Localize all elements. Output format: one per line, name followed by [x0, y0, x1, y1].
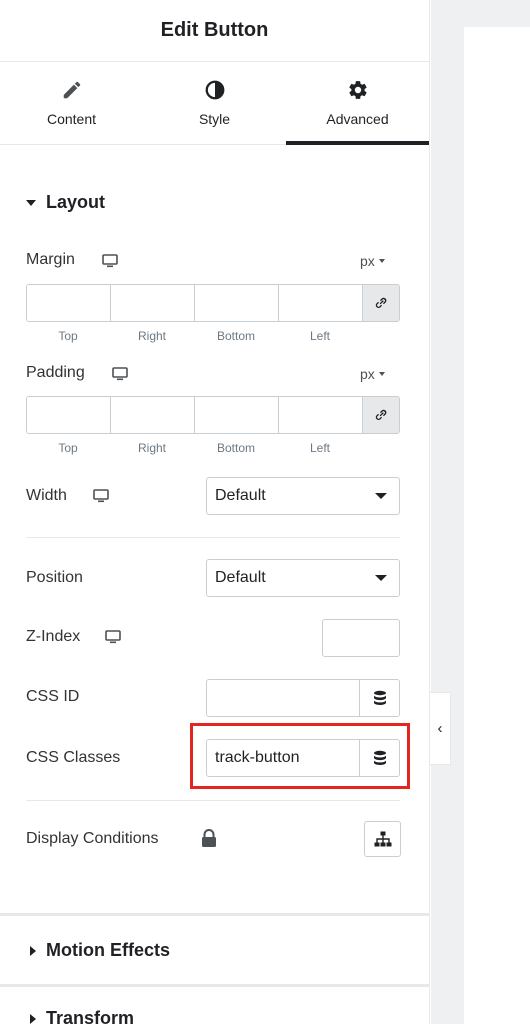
caret-right-icon	[30, 1013, 36, 1024]
desktop-icon[interactable]	[112, 367, 128, 381]
transform-title: Transform	[46, 1008, 135, 1024]
margin-side-labels: Top Right Bottom Left	[26, 329, 362, 343]
tab-content[interactable]: Content	[0, 62, 143, 144]
contrast-icon	[205, 80, 224, 100]
panel-title: Edit Button	[160, 19, 269, 41]
margin-inputs	[26, 284, 400, 322]
side-label-right: Right	[137, 329, 166, 343]
tab-style[interactable]: Style	[143, 62, 286, 144]
divider	[26, 537, 400, 538]
dropdown-arrow-icon	[375, 493, 387, 499]
side-label-top: Top	[58, 329, 78, 343]
display-conditions-button[interactable]	[364, 821, 401, 857]
chevron-left-icon: ‹	[437, 720, 443, 737]
side-label-bottom: Bottom	[216, 441, 255, 455]
tab-advanced[interactable]: Advanced	[286, 62, 429, 145]
desktop-icon[interactable]	[105, 630, 121, 644]
css-classes-label: CSS Classes	[26, 749, 121, 766]
display-conditions-label: Display Conditions	[26, 830, 159, 847]
width-select[interactable]: Default	[206, 477, 400, 515]
margin-left-input[interactable]	[279, 285, 363, 321]
padding-label: Padding	[26, 364, 85, 381]
section-divider	[0, 913, 430, 916]
database-icon	[373, 690, 386, 705]
width-label: Width	[26, 487, 67, 504]
desktop-icon[interactable]	[102, 254, 118, 268]
z-index-input[interactable]	[322, 619, 400, 657]
caret-right-icon	[30, 945, 36, 956]
highlight-box	[190, 723, 410, 789]
tab-content-label: Content	[46, 111, 97, 127]
margin-top-input[interactable]	[27, 285, 111, 321]
motion-effects-section-toggle[interactable]: Motion Effects	[30, 940, 170, 961]
padding-unit-select[interactable]: px	[360, 366, 385, 382]
gear-icon	[348, 81, 367, 99]
margin-unit-value: px	[360, 253, 375, 269]
width-select-value: Default	[215, 487, 266, 504]
dynamic-tags-button[interactable]	[360, 680, 399, 716]
css-id-label: CSS ID	[26, 688, 80, 705]
position-select-value: Default	[215, 569, 266, 586]
layout-section-toggle[interactable]: Layout	[26, 192, 105, 213]
padding-inputs	[26, 396, 400, 434]
position-select[interactable]: Default	[206, 559, 400, 597]
css-id-field	[206, 679, 400, 717]
lock-icon	[200, 829, 218, 853]
padding-link-button[interactable]	[363, 397, 399, 433]
collapse-panel-button[interactable]: ‹	[430, 692, 451, 765]
margin-label: Margin	[26, 251, 75, 268]
link-icon	[375, 297, 387, 309]
css-id-input[interactable]	[207, 680, 360, 716]
desktop-icon[interactable]	[93, 489, 109, 503]
padding-left-input[interactable]	[279, 397, 363, 433]
chevron-down-icon	[378, 372, 385, 376]
preview-canvas	[464, 27, 530, 1024]
padding-top-input[interactable]	[27, 397, 111, 433]
padding-side-labels: Top Right Bottom Left	[26, 441, 362, 455]
editor-panel: Edit Button Content Style Advanced Layou…	[0, 0, 430, 1024]
motion-effects-title: Motion Effects	[46, 940, 170, 960]
margin-link-button[interactable]	[363, 285, 399, 321]
tab-bar: Content Style Advanced	[0, 62, 429, 145]
side-label-left: Left	[309, 329, 330, 343]
caret-down-icon	[26, 199, 36, 206]
padding-bottom-input[interactable]	[195, 397, 279, 433]
z-index-label: Z-Index	[26, 628, 81, 645]
position-label: Position	[26, 569, 83, 586]
preview-area	[431, 0, 530, 1024]
side-label-right: Right	[137, 441, 166, 455]
tab-advanced-label: Advanced	[326, 111, 389, 127]
margin-bottom-input[interactable]	[195, 285, 279, 321]
margin-right-input[interactable]	[111, 285, 195, 321]
side-label-top: Top	[58, 441, 78, 455]
transform-section-toggle[interactable]: Transform	[30, 1008, 134, 1024]
side-label-left: Left	[309, 441, 330, 455]
panel-header: Edit Button	[0, 0, 429, 62]
chevron-down-icon	[378, 259, 385, 263]
padding-unit-value: px	[360, 366, 375, 382]
side-label-bottom: Bottom	[216, 329, 255, 343]
margin-unit-select[interactable]: px	[360, 253, 385, 269]
divider	[26, 800, 400, 801]
dropdown-arrow-icon	[375, 575, 387, 581]
link-icon	[375, 409, 387, 421]
section-divider	[0, 984, 430, 987]
tab-style-label: Style	[198, 111, 231, 127]
sitemap-icon	[374, 831, 391, 847]
pencil-icon	[63, 81, 80, 99]
layout-section-title: Layout	[46, 192, 106, 212]
padding-right-input[interactable]	[111, 397, 195, 433]
